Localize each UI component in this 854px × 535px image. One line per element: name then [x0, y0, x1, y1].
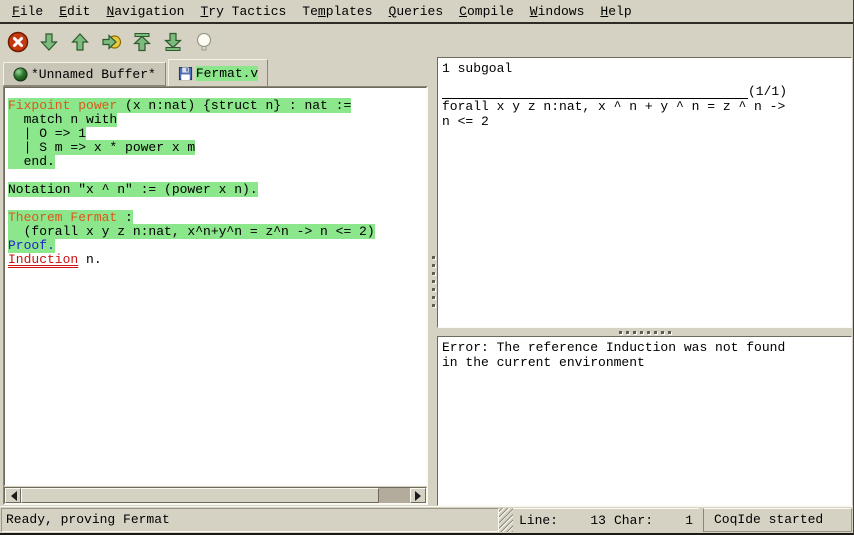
floppy-icon [178, 66, 193, 81]
sphere-icon [13, 67, 28, 82]
goal-counter: (1/1) [748, 84, 787, 99]
goals-pane[interactable]: 1 subgoal (1/1) forall x y z n:nat, x ^ … [437, 57, 852, 328]
main-area: *Unnamed Buffer* Fermat.v Fixpoint power … [0, 57, 854, 506]
subgoal-header: 1 subgoal [442, 61, 847, 76]
code-line: match n with [8, 113, 423, 127]
go-up-button[interactable] [68, 30, 92, 54]
scroll-left-button[interactable] [5, 488, 21, 503]
right-arrow-icon [415, 491, 426, 501]
scrollbar-track[interactable] [21, 488, 410, 503]
menu-help[interactable]: Help [592, 2, 639, 21]
go-to-end-icon [162, 31, 184, 53]
code-line: Induction n. [8, 253, 423, 267]
vertical-splitter[interactable] [430, 57, 437, 506]
goal-separator: (1/1) [442, 84, 847, 99]
tab-fermat-v[interactable]: Fermat.v [168, 59, 268, 86]
stop-button[interactable] [6, 30, 30, 54]
coqide-window: FileEditNavigationTry TacticsTemplatesQu… [0, 0, 854, 535]
splitter-handle-dots [432, 256, 435, 307]
code-line: (forall x y z n:nat, x^n+y^n = z^n -> n … [8, 225, 423, 239]
go-to-cursor-icon [100, 31, 122, 53]
go-to-start-button[interactable] [130, 30, 154, 54]
horizontal-splitter[interactable] [437, 328, 852, 336]
go-to-start-icon [131, 31, 153, 53]
line-label: Line: [519, 513, 558, 528]
menu-queries[interactable]: Queries [381, 2, 452, 21]
code-line [8, 197, 423, 211]
cursor-position: Line: 13 Char: 1 [513, 508, 699, 532]
error-message: Error: The reference Induction was not f… [442, 340, 847, 370]
script-column: *Unnamed Buffer* Fermat.v Fixpoint power … [0, 57, 430, 506]
editor-pane: Fixpoint power (x n:nat) {struct n} : na… [3, 86, 428, 505]
menu-navigation[interactable]: Navigation [98, 2, 192, 21]
splitter-handle-dots [619, 331, 671, 334]
goal-text: forall x y z n:nat, x ^ n + y ^ n = z ^ … [442, 99, 847, 129]
scrollbar-thumb[interactable] [21, 488, 379, 503]
menu-file[interactable]: File [4, 2, 51, 21]
status-bar: Ready, proving Fermat Line: 13 Char: 1 C… [0, 506, 853, 533]
go-to-end-button[interactable] [161, 30, 185, 54]
script-editor[interactable]: Fixpoint power (x n:nat) {struct n} : na… [4, 87, 427, 486]
code-line: Fixpoint power (x n:nat) {struct n} : na… [8, 99, 423, 113]
messages-pane[interactable]: Error: The reference Induction was not f… [437, 336, 852, 506]
menu-compile[interactable]: Compile [451, 2, 522, 21]
code-line [8, 169, 423, 183]
line-value: 13 [558, 513, 606, 528]
scroll-right-button[interactable] [410, 488, 426, 503]
go-to-cursor-button[interactable] [99, 30, 123, 54]
char-label: Char: [614, 513, 653, 528]
menu-templates[interactable]: Templates [294, 2, 380, 21]
left-arrow-icon [6, 491, 17, 501]
char-value: 1 [653, 513, 693, 528]
proof-column: 1 subgoal (1/1) forall x y z n:nat, x ^ … [437, 57, 854, 506]
code-line: Proof. [8, 239, 423, 253]
stop-icon [7, 31, 29, 53]
suggest-button[interactable] [192, 30, 216, 54]
tab-strip: *Unnamed Buffer* Fermat.v [0, 57, 430, 86]
app-status: CoqIde started [703, 508, 852, 532]
go-up-icon [69, 31, 91, 53]
tab-label: Fermat.v [196, 66, 258, 81]
menu-windows[interactable]: Windows [522, 2, 593, 21]
go-down-button[interactable] [37, 30, 61, 54]
menu-try-tactics[interactable]: Try Tactics [192, 2, 294, 21]
suggest-icon [193, 31, 215, 53]
status-message: Ready, proving Fermat [1, 508, 499, 532]
menu-edit[interactable]: Edit [51, 2, 98, 21]
horizontal-scrollbar[interactable] [4, 487, 427, 504]
code-line: Notation "x ^ n" := (power x n). [8, 183, 423, 197]
resize-grip[interactable] [499, 508, 513, 532]
tab-unnamed-buffer[interactable]: *Unnamed Buffer* [3, 62, 166, 86]
code-line: end. [8, 155, 423, 169]
go-down-icon [38, 31, 60, 53]
tab-label: *Unnamed Buffer* [31, 67, 156, 82]
toolbar [0, 26, 853, 57]
code-line: | S m => x * power x m [8, 141, 423, 155]
code-line: Theorem Fermat : [8, 211, 423, 225]
code-line: | O => 1 [8, 127, 423, 141]
menu-bar: FileEditNavigationTry TacticsTemplatesQu… [0, 0, 853, 24]
